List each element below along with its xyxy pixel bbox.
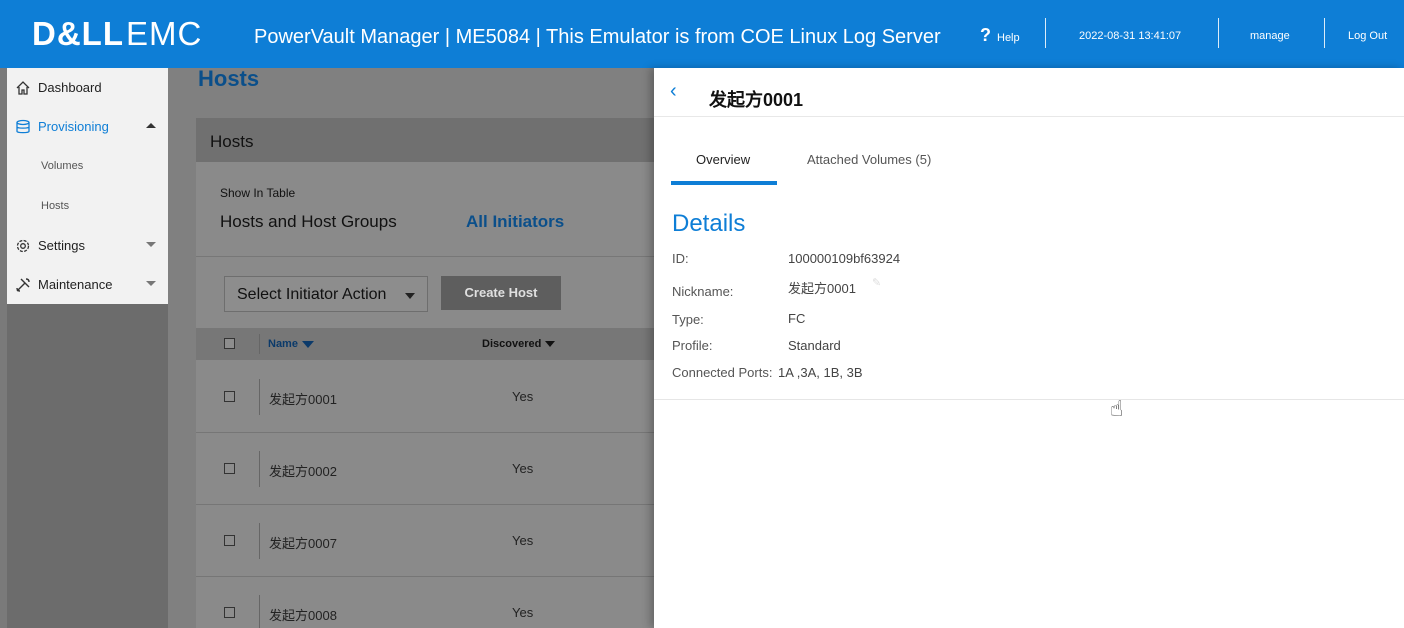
logo-dell-text: D&LL (32, 15, 124, 52)
panel-title: Hosts (196, 118, 654, 162)
host-name-cell: 发起方0007 (269, 536, 337, 551)
column-divider (259, 334, 260, 354)
collapse-caret-icon[interactable] (146, 123, 156, 128)
row-checkbox[interactable] (224, 607, 235, 618)
sidebar-item-maintenance[interactable]: Maintenance (7, 265, 168, 304)
main-content: Hosts Hosts Show In Table Hosts and Host… (168, 68, 654, 628)
sidebar-item-label: Settings (38, 238, 85, 253)
detail-title: 发起方0001 (709, 90, 804, 110)
sidebar-item-label: Maintenance (38, 277, 113, 292)
divider (654, 116, 1404, 117)
app-title: PowerVault Manager | ME5084 | This Emula… (254, 26, 941, 48)
row-checkbox[interactable] (224, 463, 235, 474)
type-label: Type: (672, 312, 704, 327)
sidebar-item-hosts[interactable]: Hosts (7, 186, 168, 226)
sort-desc-icon (301, 340, 314, 348)
column-divider (259, 595, 260, 628)
expand-caret-icon[interactable] (146, 281, 156, 286)
id-label: ID: (672, 251, 689, 266)
sidebar-item-volumes[interactable]: Volumes (7, 146, 168, 186)
host-name-cell: 发起方0002 (269, 464, 337, 479)
dell-emc-logo[interactable]: D&LLEMC (32, 14, 202, 54)
nickname-label: Nickname: (672, 284, 734, 299)
user-link[interactable]: manage (1250, 30, 1290, 42)
profile-value: Standard (788, 338, 841, 353)
logout-link[interactable]: Log Out (1348, 30, 1387, 42)
dropdown-label: Select Initiator Action (237, 286, 387, 303)
discovered-cell: Yes (512, 533, 534, 548)
id-value: 100000109bf63924 (788, 251, 901, 266)
row-checkbox[interactable] (224, 535, 235, 546)
back-arrow-icon[interactable]: ‹ (670, 80, 677, 103)
discovered-cell: Yes (512, 461, 534, 476)
tab-all-initiators[interactable]: All Initiators (466, 212, 564, 232)
help-icon: ? (980, 25, 991, 45)
table-row[interactable]: 发起方0001 Yes (196, 361, 654, 433)
show-in-table-label: Show In Table (220, 186, 296, 200)
sidebar-menu: Dashboard Provisioning Volumes Hosts Set… (7, 68, 168, 304)
help-label: Help (997, 32, 1020, 44)
sidebar-item-provisioning[interactable]: Provisioning (7, 107, 168, 146)
sidebar-item-label: Provisioning (38, 119, 109, 134)
column-divider (259, 451, 260, 487)
sidebar-item-label: Dashboard (38, 80, 102, 95)
divider (1218, 18, 1219, 48)
connected-ports-value: 1A ,3A, 1B, 3B (778, 365, 863, 380)
help-link[interactable]: ? Help (980, 24, 1020, 49)
profile-label: Profile: (672, 338, 713, 353)
column-header-label: Discovered (482, 338, 542, 350)
host-name-cell: 发起方0001 (269, 392, 337, 407)
divider (1045, 18, 1046, 48)
active-tab-indicator (671, 181, 777, 185)
hosts-panel: Hosts Show In Table Hosts and Host Group… (196, 118, 654, 628)
column-header-label: Name (268, 338, 298, 350)
logo-emc-text: EMC (125, 15, 203, 52)
gear-icon (14, 237, 32, 255)
table-row[interactable]: 发起方0002 Yes (196, 433, 654, 505)
discovered-cell: Yes (512, 605, 534, 620)
row-checkbox[interactable] (224, 391, 235, 402)
column-header-discovered[interactable]: Discovered (482, 338, 556, 350)
database-icon (14, 118, 32, 136)
connected-ports-label: Connected Ports: (672, 365, 773, 380)
edit-pencil-icon[interactable]: ✎ (872, 276, 881, 289)
column-divider (259, 379, 260, 415)
table-header: Name Discovered (196, 328, 654, 360)
sidebar-item-settings[interactable]: Settings (7, 226, 168, 265)
expand-caret-icon[interactable] (146, 242, 156, 247)
tools-icon (14, 276, 32, 294)
table-row[interactable]: 发起方0007 Yes (196, 505, 654, 577)
tab-overview[interactable]: Overview (696, 152, 750, 167)
table-row[interactable]: 发起方0008 Yes (196, 577, 654, 628)
divider (196, 256, 654, 257)
column-divider (259, 523, 260, 559)
initiator-detail-panel: ‹ 发起方0001 Overview Attached Volumes (5) … (654, 68, 1404, 628)
chevron-down-icon (405, 293, 415, 299)
sidebar-item-dashboard[interactable]: Dashboard (7, 68, 168, 107)
nickname-value[interactable]: 发起方0001 (788, 278, 856, 297)
divider (1324, 18, 1325, 48)
datetime: 2022-08-31 13:41:07 (1079, 30, 1182, 42)
tab-hosts-and-host-groups[interactable]: Hosts and Host Groups (220, 212, 397, 232)
sort-desc-icon (545, 341, 556, 348)
divider (654, 399, 1404, 400)
select-all-checkbox[interactable] (224, 338, 235, 349)
sidebar: Dashboard Provisioning Volumes Hosts Set… (7, 68, 168, 628)
host-name-cell: 发起方0008 (269, 608, 337, 623)
top-bar: D&LLEMC PowerVault Manager | ME5084 | Th… (0, 0, 1404, 68)
details-heading: Details (672, 210, 746, 237)
create-host-button[interactable]: Create Host (441, 276, 561, 310)
type-value: FC (788, 311, 806, 326)
hand-cursor-icon: ☝ (1110, 396, 1124, 421)
home-icon (14, 79, 32, 97)
column-header-name[interactable]: Name (268, 338, 314, 350)
select-initiator-action-dropdown[interactable]: Select Initiator Action (224, 276, 428, 312)
discovered-cell: Yes (512, 389, 534, 404)
page-title: Hosts (198, 68, 260, 91)
tab-attached-volumes[interactable]: Attached Volumes (5) (807, 152, 931, 167)
